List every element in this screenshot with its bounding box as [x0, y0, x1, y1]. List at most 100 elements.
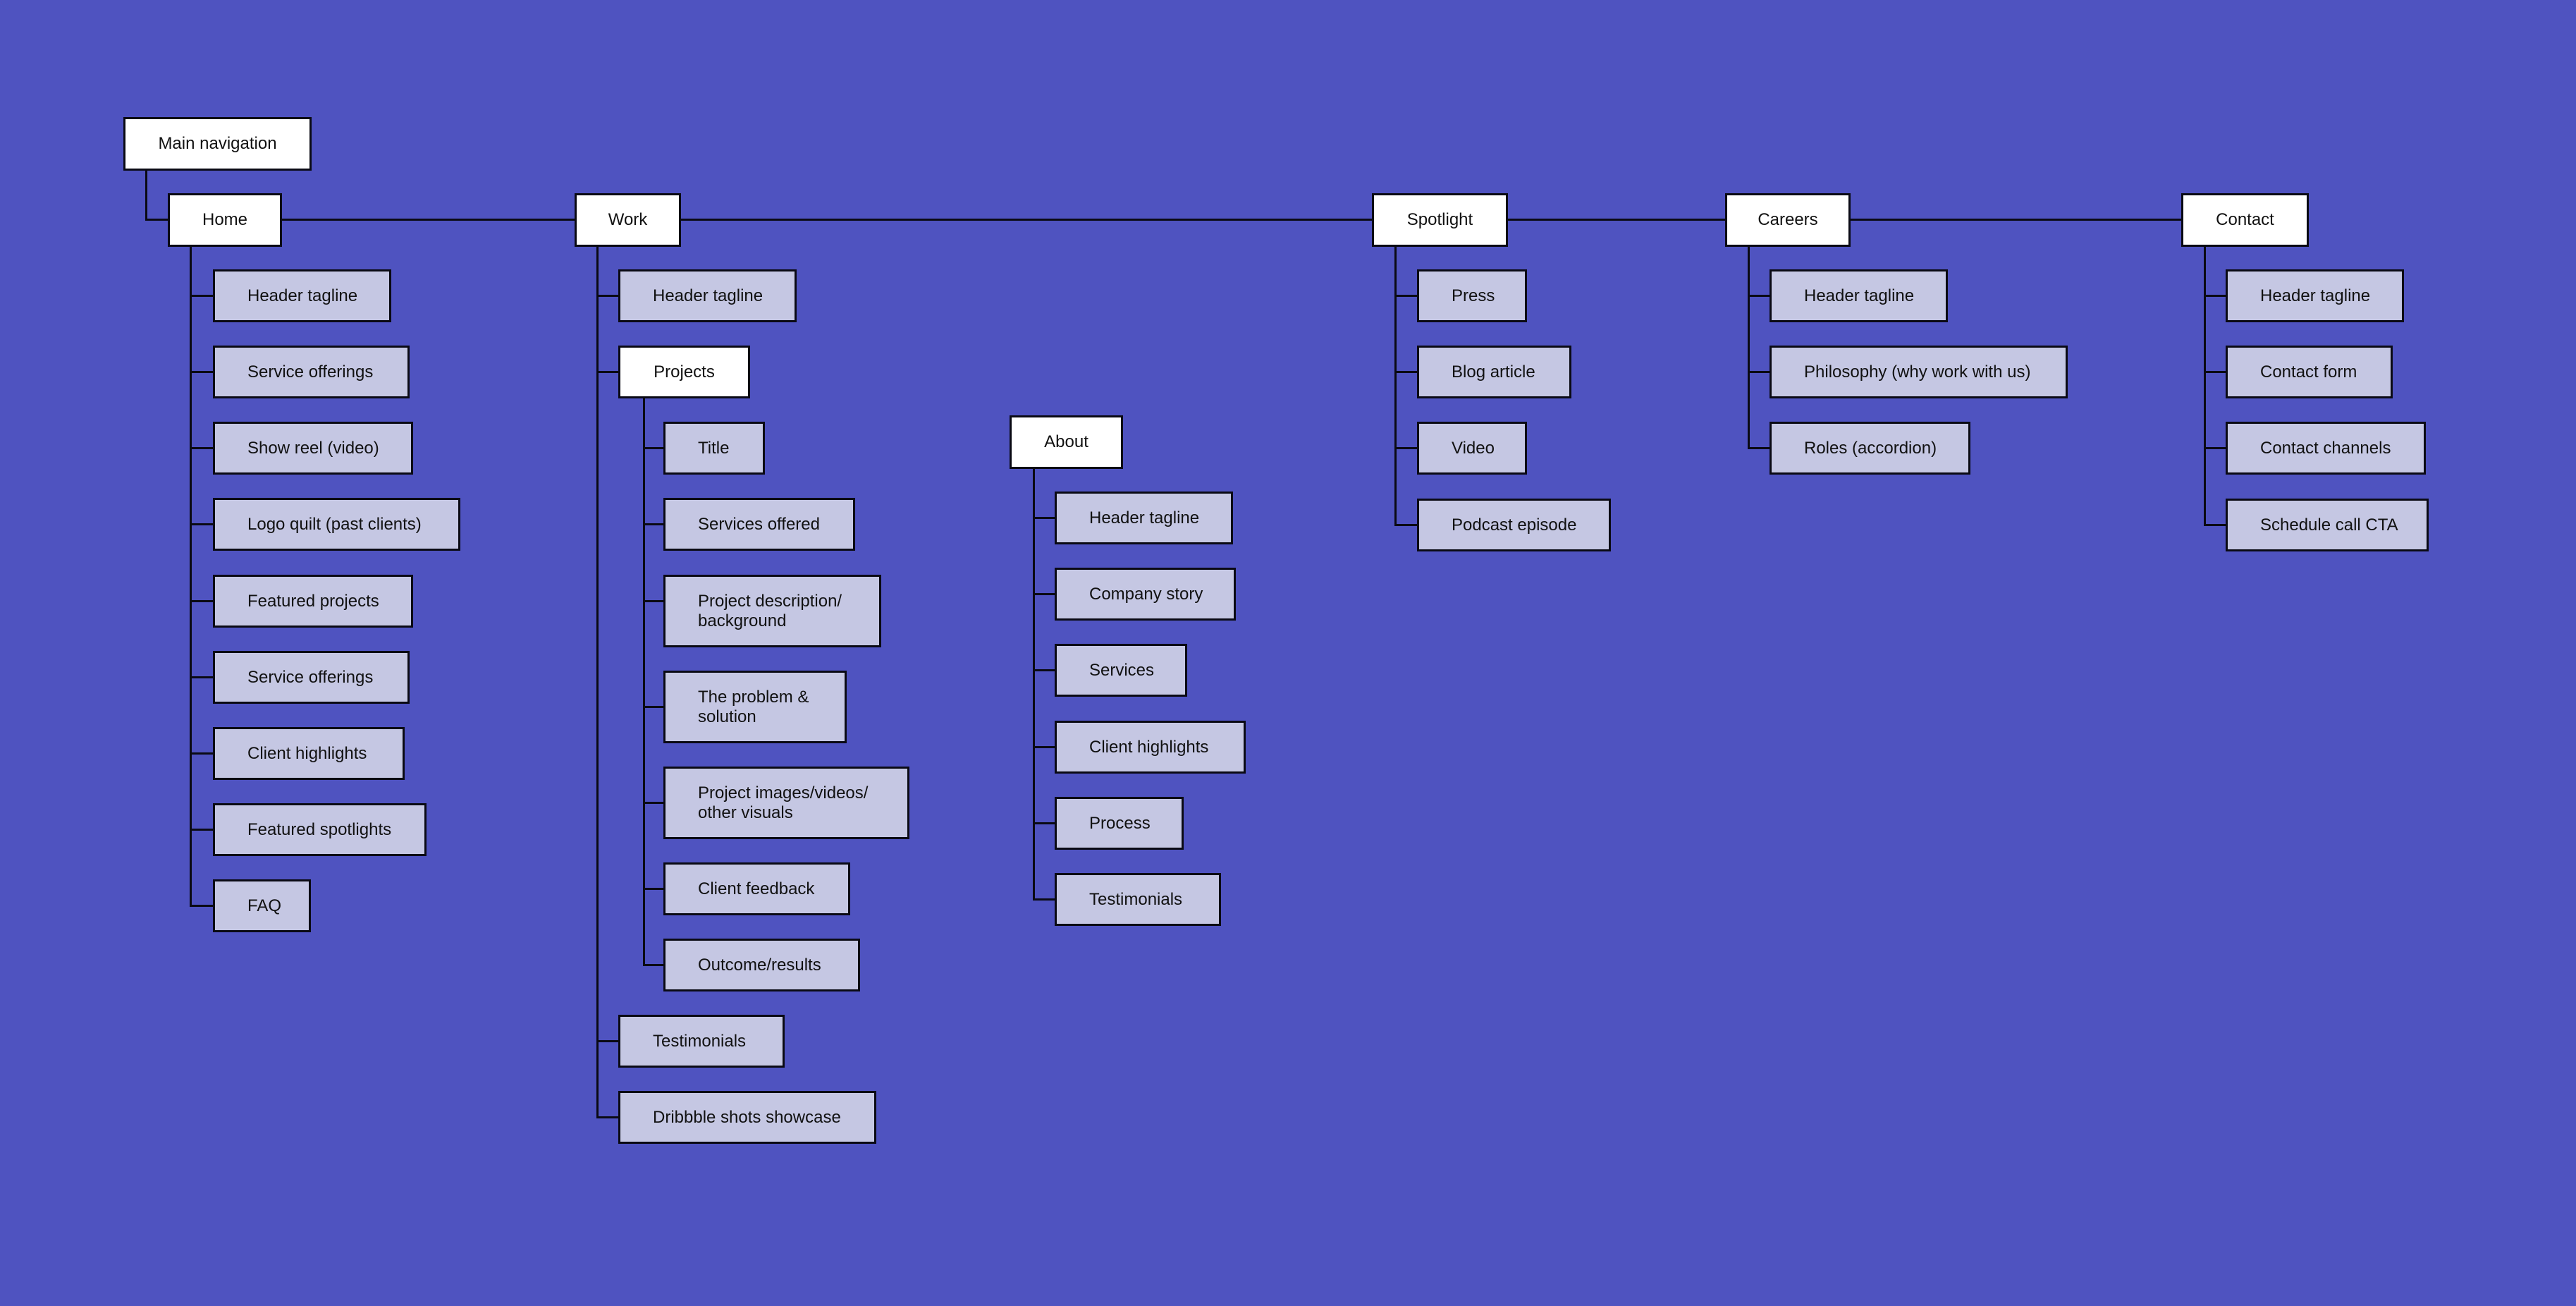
page-node-about[interactable]: About — [1010, 415, 1123, 469]
section-node[interactable]: Service offerings — [213, 346, 410, 398]
section-label: Testimonials — [1089, 889, 1183, 909]
section-node[interactable]: Logo quilt (past clients) — [213, 498, 460, 551]
section-node[interactable]: Testimonials — [1055, 873, 1221, 926]
main-navigation-label: Main navigation — [158, 134, 277, 153]
section-label: Services — [1089, 660, 1155, 680]
section-label: Outcome/results — [698, 955, 821, 975]
connector-line — [145, 219, 169, 221]
section-node[interactable]: Header tagline — [2226, 269, 2404, 322]
connector-line — [1394, 524, 1418, 526]
section-label: Service offerings — [247, 362, 374, 382]
section-label: Video — [1452, 438, 1495, 458]
section-node[interactable]: Header tagline — [618, 269, 797, 322]
connector-line — [1033, 517, 1055, 519]
section-node[interactable]: Service offerings — [213, 651, 410, 704]
section-node[interactable]: Client highlights — [1055, 721, 1246, 774]
main-navigation-node[interactable]: Main navigation — [123, 117, 312, 171]
section-label: Title — [698, 438, 730, 458]
connector-line — [643, 802, 664, 804]
section-node[interactable]: Dribbble shots showcase — [618, 1091, 876, 1144]
connector-line — [1394, 371, 1418, 373]
section-label: Header tagline — [1804, 286, 1915, 305]
section-node[interactable]: The problem & solution — [663, 671, 847, 743]
section-label: The problem & solution — [698, 687, 809, 726]
section-node[interactable]: Company story — [1055, 568, 1236, 621]
section-label: Logo quilt (past clients) — [247, 514, 422, 534]
section-node[interactable]: Client highlights — [213, 727, 405, 780]
section-node[interactable]: Services — [1055, 644, 1187, 697]
section-node[interactable]: Featured projects — [213, 575, 413, 628]
section-node[interactable]: Featured spotlights — [213, 803, 427, 856]
section-node[interactable]: FAQ — [213, 879, 311, 932]
section-node[interactable]: Contact form — [2226, 346, 2393, 398]
connector-line — [596, 1040, 619, 1042]
connector-line — [2204, 524, 2226, 526]
section-node[interactable]: Blog article — [1417, 346, 1571, 398]
subpage-node-projects[interactable]: Projects — [618, 346, 750, 398]
section-label: Contact channels — [2260, 438, 2391, 458]
connector-line — [2204, 447, 2226, 449]
connector-line — [2204, 247, 2206, 526]
section-node[interactable]: Video — [1417, 422, 1527, 475]
section-node[interactable]: Schedule call CTA — [2226, 499, 2429, 551]
section-node[interactable]: Client feedback — [663, 862, 850, 915]
section-node[interactable]: Philosophy (why work with us) — [1770, 346, 2068, 398]
connector-line — [190, 829, 214, 831]
section-node[interactable]: Press — [1417, 269, 1527, 322]
section-label: Blog article — [1452, 362, 1535, 382]
connector-line — [1748, 371, 1770, 373]
section-node[interactable]: Project description/ background — [663, 575, 881, 647]
page-node-careers[interactable]: Careers — [1725, 193, 1851, 247]
section-node[interactable]: Title — [663, 422, 765, 475]
page-node-home[interactable]: Home — [168, 193, 282, 247]
section-label: FAQ — [247, 896, 282, 915]
section-node[interactable]: Header tagline — [213, 269, 391, 322]
connector-line — [190, 247, 192, 907]
connector-line — [596, 371, 619, 373]
page-node-spotlight[interactable]: Spotlight — [1372, 193, 1508, 247]
page-node-contact[interactable]: Contact — [2181, 193, 2309, 247]
section-label: Featured spotlights — [247, 819, 392, 839]
section-label: Process — [1089, 813, 1151, 833]
section-node[interactable]: Outcome/results — [663, 939, 860, 991]
connector-line — [643, 964, 664, 966]
connector-line — [596, 247, 599, 1118]
section-label: Contact form — [2260, 362, 2357, 382]
section-node[interactable]: Roles (accordion) — [1770, 422, 1970, 475]
connector-line — [643, 523, 664, 525]
section-label: Services offered — [698, 514, 820, 534]
section-node[interactable]: Show reel (video) — [213, 422, 413, 475]
connector-line — [190, 523, 214, 525]
section-label: Show reel (video) — [247, 438, 379, 458]
connector-line — [1748, 295, 1770, 297]
section-node[interactable]: Process — [1055, 797, 1184, 850]
connector-line — [643, 447, 664, 449]
section-node[interactable]: Services offered — [663, 498, 855, 551]
page-node-work[interactable]: Work — [575, 193, 681, 247]
page-label: Contact — [2216, 210, 2274, 229]
section-label: Header tagline — [653, 286, 763, 305]
section-node[interactable]: Header tagline — [1055, 492, 1233, 544]
section-node[interactable]: Podcast episode — [1417, 499, 1611, 551]
section-node[interactable]: Contact channels — [2226, 422, 2426, 475]
connector-line — [1033, 746, 1055, 748]
page-label: Spotlight — [1406, 210, 1473, 229]
section-label: Philosophy (why work with us) — [1804, 362, 2031, 382]
section-label: Schedule call CTA — [2260, 515, 2398, 535]
connector-line — [643, 706, 664, 708]
connector-line — [2204, 295, 2226, 297]
section-node[interactable]: Project images/videos/ other visuals — [663, 767, 909, 839]
section-label: Client highlights — [1089, 737, 1209, 757]
section-label: Testimonials — [653, 1031, 747, 1051]
section-node[interactable]: Testimonials — [618, 1015, 785, 1068]
page-backbone-line — [281, 219, 2184, 221]
connector-line — [145, 171, 147, 220]
section-label: Client highlights — [247, 743, 367, 763]
connector-line — [190, 752, 214, 755]
connector-line — [1033, 669, 1055, 671]
connector-line — [1033, 822, 1055, 824]
section-node[interactable]: Header tagline — [1770, 269, 1948, 322]
page-label: Work — [608, 210, 648, 229]
section-label: Service offerings — [247, 667, 374, 687]
connector-line — [1394, 447, 1418, 449]
